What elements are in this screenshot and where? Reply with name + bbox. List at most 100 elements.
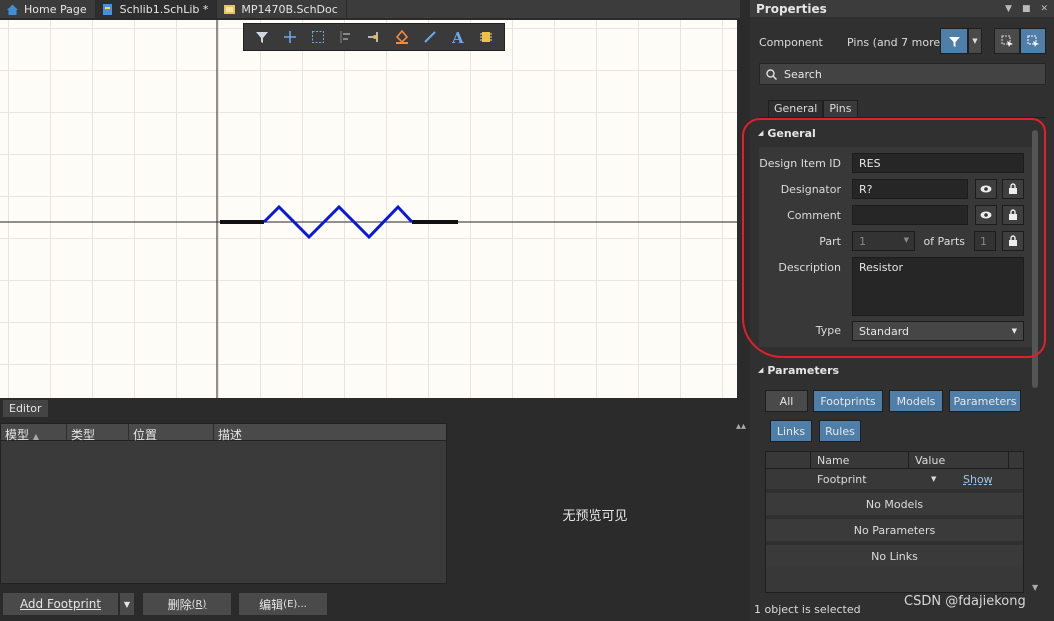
tab-general[interactable]: General [768, 100, 824, 117]
comment-label: Comment [787, 209, 841, 222]
pin-icon[interactable] [360, 25, 388, 49]
chevron-down-icon: ▼ [972, 37, 978, 45]
model-list-table[interactable]: 模型 ▲ 类型 位置 描述 [0, 423, 447, 584]
text-icon[interactable]: A [444, 25, 472, 49]
designator-lock-button[interactable] [1002, 179, 1024, 199]
lock-icon [1009, 235, 1017, 246]
filter-parameters-button[interactable]: Parameters [949, 390, 1021, 412]
close-icon[interactable]: ✕ [1040, 4, 1048, 14]
scroll-down-icon[interactable]: ▼ [1032, 583, 1038, 592]
no-models-message: No Models [766, 489, 1023, 515]
parameters-table[interactable]: Name Value Footprint ▼ Show No Models No… [765, 451, 1024, 593]
filter-rules-button[interactable]: Rules [819, 420, 861, 442]
chevron-down-icon: ▼ [1011, 327, 1017, 335]
row-name: Footprint [817, 472, 867, 486]
tab-label: Schlib1.SchLib * [119, 2, 209, 16]
add-model-dropdown-button[interactable]: ▼ [119, 592, 135, 616]
designator-label: Designator [780, 183, 841, 196]
edit-button[interactable]: 编辑 (E)... [238, 592, 328, 616]
editor-tab[interactable]: Editor [3, 400, 48, 417]
pin-panel-icon[interactable]: ■ [1022, 4, 1031, 14]
description-field[interactable]: Resistor [852, 257, 1024, 316]
design-item-id-field[interactable]: RES [852, 153, 1024, 173]
type-select[interactable]: Standard ▼ [852, 321, 1024, 341]
select-rect-icon[interactable] [304, 25, 332, 49]
sort-asc-icon: ▲ [32, 432, 39, 441]
comment-visibility-button[interactable] [975, 205, 997, 225]
chevron-down-icon[interactable]: ▼ [931, 475, 963, 483]
fill-icon[interactable] [388, 25, 416, 49]
select-inside-icon [1001, 35, 1013, 47]
lock-icon [1009, 183, 1017, 194]
collapse-up-icon[interactable]: ▴▴ [736, 421, 746, 432]
editor-panel-header: Editor [0, 399, 740, 417]
eye-icon [980, 211, 992, 219]
general-section: Design Item ID RES Designator R? Comment… [759, 147, 1035, 347]
filter-dropdown-button[interactable]: ▼ [968, 28, 982, 54]
properties-subtabs: General Pins [768, 100, 858, 117]
line-icon[interactable] [416, 25, 444, 49]
chevron-down-icon: ▼ [903, 236, 909, 244]
schlib-file-icon [101, 3, 115, 16]
selection-filter-button[interactable] [940, 28, 968, 54]
designator-visibility-button[interactable] [975, 179, 997, 199]
general-section-header[interactable]: ◢ General [758, 125, 816, 141]
component-icon[interactable] [472, 25, 500, 49]
filter-footprints-button[interactable]: Footprints [813, 390, 883, 412]
table-row[interactable]: Footprint ▼ Show [766, 469, 1023, 489]
part-select[interactable]: 1 ▼ [852, 231, 915, 251]
filter-icon[interactable] [248, 25, 276, 49]
tab-divider [759, 117, 1046, 118]
select-touching-button[interactable] [1020, 28, 1046, 54]
description-label: Description [778, 261, 841, 274]
add-footprint-button[interactable]: Add Footprint [2, 592, 119, 616]
column-header[interactable]: 位置 [129, 424, 214, 442]
column-header-name[interactable]: Name [811, 452, 909, 468]
home-icon [5, 3, 19, 16]
column-header[interactable]: 描述 [214, 424, 446, 442]
selection-status: 1 object is selected [754, 603, 861, 616]
resistor-drawing [0, 20, 737, 398]
tab-home-page[interactable]: Home Page [0, 0, 96, 18]
no-parameters-message: No Parameters [766, 515, 1023, 541]
panel-menu-icon[interactable]: ▼ [1005, 4, 1012, 14]
comment-lock-button[interactable] [1002, 205, 1024, 225]
filter-links-button[interactable]: Links [770, 420, 812, 442]
add-crosshair-icon[interactable] [276, 25, 304, 49]
align-icon[interactable] [332, 25, 360, 49]
filter-all-button[interactable]: All [765, 390, 808, 412]
lock-icon [1009, 209, 1017, 220]
search-input[interactable]: Search [759, 63, 1046, 85]
schdoc-file-icon [222, 3, 236, 16]
chevron-down-icon: ▼ [123, 599, 131, 609]
column-header [766, 452, 811, 468]
part-label: Part [819, 235, 841, 248]
tab-label: Home Page [24, 2, 87, 16]
show-link[interactable]: Show [963, 473, 993, 486]
document-tabbar: Home Page Schlib1.SchLib * MP1470B.SchDo… [0, 0, 740, 18]
of-parts-value: 1 [974, 231, 996, 251]
select-touching-icon [1027, 35, 1039, 47]
design-item-id-label: Design Item ID [759, 157, 841, 170]
part-lock-button[interactable] [1002, 231, 1024, 251]
comment-field[interactable] [852, 205, 968, 225]
column-header-value[interactable]: Value [909, 452, 1009, 468]
schematic-canvas[interactable]: A [0, 20, 737, 398]
column-header[interactable]: 模型 ▲ [1, 424, 67, 442]
select-inside-button[interactable] [994, 28, 1020, 54]
watermark: CSDN @fdajiekong [904, 594, 1026, 609]
delete-button[interactable]: 删除 (R) [142, 592, 232, 616]
designator-field[interactable]: R? [852, 179, 968, 199]
filter-icon [948, 36, 960, 47]
tab-schlib1[interactable]: Schlib1.SchLib * [95, 0, 218, 18]
tab-pins[interactable]: Pins [823, 100, 858, 117]
column-header[interactable]: 类型 [67, 424, 129, 442]
type-label: Type [815, 324, 841, 337]
filter-models-button[interactable]: Models [889, 390, 943, 412]
of-parts-label: of Parts [923, 235, 965, 248]
tab-mp1470b[interactable]: MP1470B.SchDoc [217, 0, 347, 18]
search-icon [766, 68, 777, 80]
tab-label: MP1470B.SchDoc [241, 2, 338, 16]
properties-scrollbar[interactable] [1032, 130, 1038, 388]
parameters-section-header[interactable]: ◢ Parameters [758, 362, 839, 378]
